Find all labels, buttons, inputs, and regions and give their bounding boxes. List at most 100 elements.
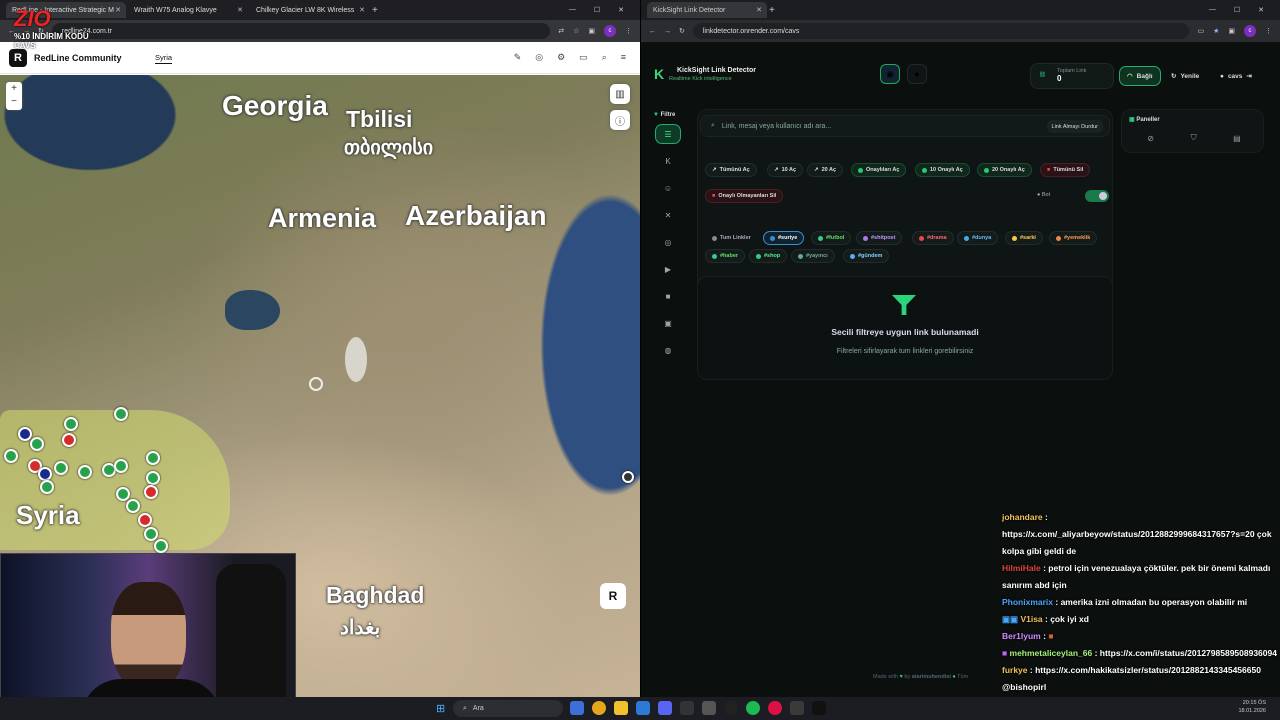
action-open-10[interactable]: ↗ 10 Aç	[767, 163, 804, 177]
refresh-button[interactable]: ↻ Yenile	[1164, 66, 1206, 86]
spotify-icon[interactable]	[746, 701, 760, 715]
star-icon[interactable]: ☆	[573, 27, 579, 35]
maximize-icon[interactable]: ☐	[594, 6, 600, 14]
reload-icon[interactable]: ↻	[679, 27, 685, 35]
minimize-icon[interactable]: —	[1209, 6, 1216, 14]
action-delete-unapproved[interactable]: ■ Onaylı Olmayanları Sil	[705, 189, 784, 203]
map-marker[interactable]	[78, 465, 92, 479]
action-open-20[interactable]: ↗ 20 Aç	[807, 163, 844, 177]
map-marker[interactable]	[114, 459, 128, 473]
action-open-approved[interactable]: Onaylıları Aç	[851, 163, 907, 177]
connected-button[interactable]: ◠ Bağlı	[1119, 66, 1161, 86]
tab-chilkey[interactable]: Chilkey Glacier LW 8K Wireless ✕	[250, 2, 370, 18]
tag-yemeklik[interactable]: #yemeklik	[1049, 231, 1098, 245]
tag-all-links[interactable]: Tum Linkler	[705, 231, 758, 245]
bot-toggle[interactable]	[1085, 190, 1109, 202]
map-marker[interactable]	[62, 433, 76, 447]
search-icon[interactable]: ⌕	[602, 52, 607, 63]
site-logo[interactable]: R	[9, 48, 27, 67]
tag-haber[interactable]: #haber	[705, 249, 746, 263]
system-clock[interactable]: 20:15 ÖS 18.01.2026	[1238, 699, 1266, 715]
close-window-icon[interactable]: ✕	[1258, 6, 1264, 14]
action-open-20-approved[interactable]: 20 Onaylı Aç	[977, 163, 1032, 177]
obs-icon[interactable]	[724, 701, 738, 715]
tag-drama[interactable]: #drama	[912, 231, 954, 245]
block-icon[interactable]: ⊘	[1147, 134, 1154, 143]
map-marker[interactable]	[138, 513, 152, 527]
translate-icon[interactable]: ⇄	[558, 27, 564, 35]
back-icon[interactable]: ←	[649, 28, 656, 35]
user-button[interactable]: ● cavs ⇥	[1213, 66, 1259, 86]
action-open-10-approved[interactable]: 10 Onaylı Aç	[915, 163, 970, 177]
cast-icon[interactable]: ▭	[1197, 27, 1204, 35]
filter-globe-icon[interactable]: ◍	[655, 340, 681, 360]
tag-suriye[interactable]: #suriye	[763, 231, 805, 245]
extensions-icon[interactable]: ▣	[1228, 27, 1235, 35]
filter-video-icon[interactable]: ■	[655, 286, 681, 306]
zoom-out-button[interactable]: −	[6, 95, 22, 108]
zoom-in-button[interactable]: +	[6, 82, 22, 95]
tag-dunya[interactable]: #dunya	[957, 231, 999, 245]
profile-avatar[interactable]: c	[1244, 25, 1256, 37]
filter-kick-icon[interactable]: K	[655, 151, 681, 171]
file-explorer-icon[interactable]	[614, 701, 628, 715]
close-icon[interactable]: ✕	[359, 6, 365, 14]
new-tab-icon[interactable]: +	[769, 5, 775, 16]
maximize-icon[interactable]: ☐	[1234, 6, 1240, 14]
taskbar-search[interactable]: ⌕ Ara	[453, 700, 563, 717]
map-marker[interactable]	[4, 449, 18, 463]
tag-yayinci[interactable]: #yayıncı	[791, 249, 835, 263]
trash-icon[interactable]: ▤	[1233, 134, 1241, 143]
map-marker[interactable]	[30, 437, 44, 451]
map-marker[interactable]	[38, 467, 52, 481]
forward-icon[interactable]: →	[664, 28, 671, 35]
map-marker[interactable]	[114, 407, 128, 421]
map-marker[interactable]	[18, 427, 32, 441]
map-marker[interactable]	[144, 527, 158, 541]
tag-shop[interactable]: #shop	[749, 249, 788, 263]
chrome-icon[interactable]	[768, 701, 782, 715]
gear-icon[interactable]: ⚙	[557, 52, 565, 63]
extensions-icon[interactable]: ▣	[588, 27, 595, 35]
map-marker[interactable]	[144, 485, 158, 499]
windows-start-icon[interactable]: ⊞	[436, 702, 445, 715]
x-icon[interactable]	[812, 701, 826, 715]
search-input[interactable]: ⌕ Link, mesaj veya kullanıcı adı ara... …	[700, 115, 1110, 137]
new-tab-icon[interactable]: +	[372, 5, 378, 16]
map-marker[interactable]	[154, 539, 168, 553]
shield-icon[interactable]: ⛉	[1191, 133, 1197, 143]
tag-shitpost[interactable]: #shitpost	[856, 231, 903, 245]
location-icon[interactable]: ◎	[535, 52, 543, 63]
author-link[interactable]: atarimuhendisi	[912, 674, 951, 680]
filter-youtube-icon[interactable]: ▶	[655, 259, 681, 279]
info-icon[interactable]: ⓘ	[610, 110, 630, 130]
map-marker[interactable]	[126, 499, 140, 513]
sticker-icon[interactable]: ●	[907, 64, 927, 84]
map-marker[interactable]	[54, 461, 68, 475]
close-icon[interactable]: ✕	[237, 6, 243, 14]
tag-gundem[interactable]: #gündem	[843, 249, 890, 263]
app-icon[interactable]	[680, 701, 694, 715]
camera-icon[interactable]: ▭	[579, 52, 588, 63]
map-marker[interactable]	[64, 417, 78, 431]
filter-x-icon[interactable]: ✕	[655, 205, 681, 225]
map-marker[interactable]	[146, 451, 160, 465]
copilot-icon[interactable]	[570, 701, 584, 715]
minimize-icon[interactable]: —	[569, 6, 576, 14]
tag-sarki[interactable]: #sarki	[1005, 231, 1043, 245]
menu-icon[interactable]: ⋮	[1265, 27, 1272, 35]
url-field[interactable]: linkdetector.onrender.com/cavs	[692, 23, 1190, 39]
chrome-icon[interactable]	[592, 701, 606, 715]
map-book-icon[interactable]: ▥	[610, 84, 630, 104]
emote-icon[interactable]: ◉	[880, 64, 900, 84]
filter-instagram-icon[interactable]: ◎	[655, 232, 681, 252]
filter-users-icon[interactable]: ☺	[655, 178, 681, 198]
tag-icon[interactable]: ✎	[514, 52, 522, 63]
close-window-icon[interactable]: ✕	[618, 6, 624, 14]
app-icon[interactable]	[702, 701, 716, 715]
tab-kicksight[interactable]: KickSight Link Detector ✕	[647, 2, 767, 18]
profile-avatar[interactable]: c	[604, 25, 616, 37]
map-marker[interactable]	[40, 480, 54, 494]
stop-links-button[interactable]: Link Almayı Durdur	[1046, 120, 1103, 133]
site-brand[interactable]: RedLine Community	[34, 53, 122, 63]
